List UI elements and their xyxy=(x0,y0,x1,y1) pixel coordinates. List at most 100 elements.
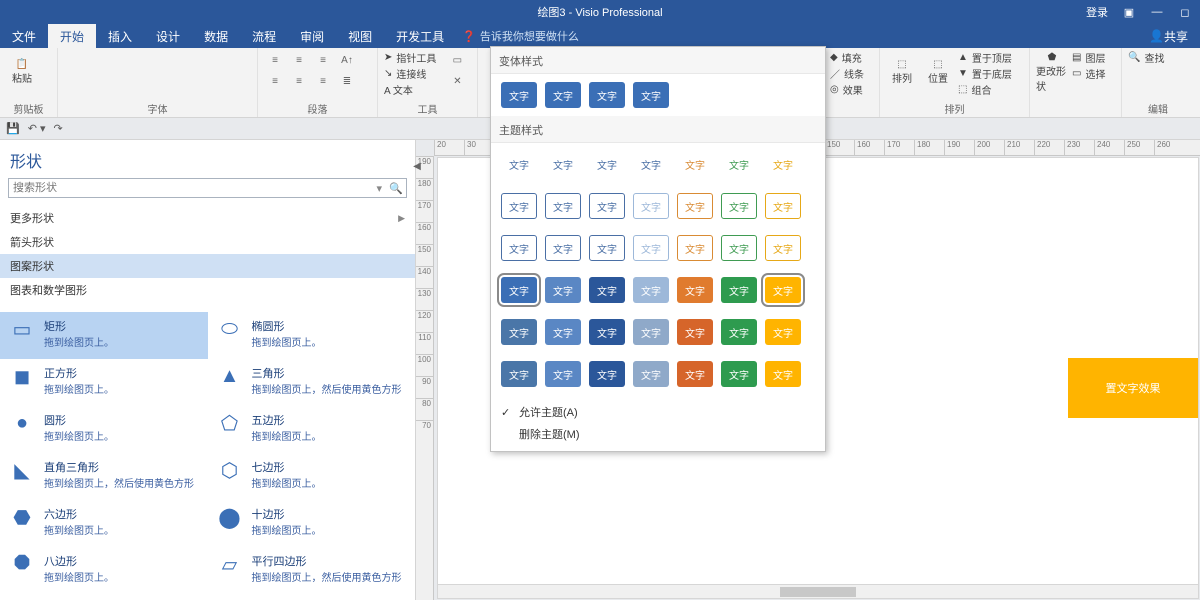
shape-item[interactable]: ◼正方形拖到绘图页上。 xyxy=(0,359,208,406)
search-icon[interactable]: 🔍 xyxy=(386,182,406,195)
style-swatch[interactable]: 文字 xyxy=(721,361,757,387)
style-swatch[interactable]: 文字 xyxy=(677,193,713,219)
effect-button[interactable]: ◎ 效果 xyxy=(830,82,864,97)
style-swatch[interactable]: 文字 xyxy=(589,235,625,261)
select-button[interactable]: ▭ 选择 xyxy=(1072,66,1105,81)
fill-button[interactable]: ◆ 填充 xyxy=(830,50,864,65)
text-tool[interactable]: A 文本 xyxy=(384,82,436,97)
shape-item[interactable]: ⬡七边形拖到绘图页上。 xyxy=(208,453,416,500)
style-swatch[interactable]: 文字 xyxy=(765,361,801,387)
shape-item[interactable]: ⯃八边形拖到绘图页上。 xyxy=(0,547,208,594)
tab-file[interactable]: 文件 xyxy=(0,24,48,48)
align-center-icon[interactable]: ≡ xyxy=(288,50,310,70)
shape-item[interactable]: ▭矩形拖到绘图页上。 xyxy=(0,312,208,359)
maximize-icon[interactable]: ◻ xyxy=(1178,5,1192,19)
allow-theme[interactable]: ✓允许主题(A) xyxy=(501,401,815,423)
shape-item[interactable]: ◣直角三角形拖到绘图页上，然后使用黄色方形 xyxy=(0,453,208,500)
cat-more-shapes[interactable]: 更多形状▶ xyxy=(0,206,415,230)
tab-view[interactable]: 视图 xyxy=(336,24,384,48)
bring-front[interactable]: ▲ 置于顶层 xyxy=(958,50,1012,65)
tab-developer[interactable]: 开发工具 xyxy=(384,24,456,48)
style-swatch[interactable]: 文字 xyxy=(545,277,581,303)
position-button[interactable]: ⬚位置 xyxy=(922,50,954,94)
search-input[interactable] xyxy=(9,179,372,197)
style-swatch[interactable]: 文字 xyxy=(589,151,625,177)
shape-item[interactable]: ⬣六边形拖到绘图页上。 xyxy=(0,500,208,547)
shape-item[interactable]: ●圆形拖到绘图页上。 xyxy=(0,406,208,453)
shape-item[interactable]: ⬭椭圆形拖到绘图页上。 xyxy=(208,312,416,359)
style-swatch[interactable]: 文字 xyxy=(545,235,581,261)
horizontal-scrollbar[interactable] xyxy=(438,584,1198,598)
style-swatch[interactable]: 文字 xyxy=(721,193,757,219)
style-swatch[interactable]: 文字 xyxy=(721,319,757,345)
x-tool-icon[interactable]: ✕ xyxy=(446,71,468,91)
connector-tool[interactable]: ↘ 连接线 xyxy=(384,66,436,81)
group-button[interactable]: ⬚ 组合 xyxy=(958,82,1012,97)
selected-shape[interactable]: 置文字效果 xyxy=(1068,358,1198,418)
style-swatch[interactable]: 文字 xyxy=(633,193,669,219)
style-swatch[interactable]: 文字 xyxy=(765,193,801,219)
tab-home[interactable]: 开始 xyxy=(48,24,96,48)
share-button[interactable]: 👤 共享 xyxy=(1137,24,1200,48)
arrange-button[interactable]: ⬚排列 xyxy=(886,50,918,94)
style-swatch[interactable]: 文字 xyxy=(765,151,801,177)
find-button[interactable]: 🔍 查找 xyxy=(1128,50,1164,65)
scrollbar-thumb[interactable] xyxy=(780,587,856,597)
style-swatch[interactable]: 文字 xyxy=(633,235,669,261)
tab-data[interactable]: 数据 xyxy=(192,24,240,48)
style-swatch[interactable]: 文字 xyxy=(677,235,713,261)
pointer-tool[interactable]: ➤ 指针工具 xyxy=(384,50,436,65)
style-swatch[interactable]: 文字 xyxy=(501,82,537,108)
style-swatch[interactable]: 文字 xyxy=(589,319,625,345)
cat-chart-math[interactable]: 图表和数学图形 xyxy=(0,278,415,302)
valign-mid-icon[interactable]: ≡ xyxy=(288,71,310,91)
bullets-icon[interactable]: ≣ xyxy=(336,71,358,91)
pane-collapse-icon[interactable]: ◀ xyxy=(412,156,422,176)
style-swatch[interactable]: 文字 xyxy=(633,319,669,345)
tab-design[interactable]: 设计 xyxy=(144,24,192,48)
redo-icon[interactable]: ↷ xyxy=(54,122,63,135)
style-swatch[interactable]: 文字 xyxy=(721,277,757,303)
style-swatch[interactable]: 文字 xyxy=(545,319,581,345)
style-swatch[interactable]: 文字 xyxy=(633,82,669,108)
tab-review[interactable]: 审阅 xyxy=(288,24,336,48)
style-swatch[interactable]: 文字 xyxy=(501,319,537,345)
tell-me[interactable]: ❓告诉我你想要做什么 xyxy=(462,24,579,48)
send-back[interactable]: ▼ 置于底层 xyxy=(958,66,1012,81)
style-swatch[interactable]: 文字 xyxy=(589,193,625,219)
align-right-icon[interactable]: ≡ xyxy=(312,50,334,70)
style-swatch[interactable]: 文字 xyxy=(545,82,581,108)
shapes-search[interactable]: ▾ 🔍 xyxy=(8,178,407,198)
login-link[interactable]: 登录 xyxy=(1086,4,1108,20)
cat-patterns[interactable]: 图案形状 xyxy=(0,254,415,278)
shape-item[interactable]: ▲三角形拖到绘图页上，然后使用黄色方形 xyxy=(208,359,416,406)
style-swatch[interactable]: 文字 xyxy=(589,361,625,387)
align-left-icon[interactable]: ≡ xyxy=(264,50,286,70)
style-swatch[interactable]: 文字 xyxy=(545,361,581,387)
cat-arrows[interactable]: 箭头形状 xyxy=(0,230,415,254)
save-icon[interactable]: 💾 xyxy=(6,122,20,135)
remove-theme[interactable]: 删除主题(M) xyxy=(501,423,815,445)
style-swatch[interactable]: 文字 xyxy=(677,319,713,345)
shape-item[interactable]: ⬤十边形拖到绘图页上。 xyxy=(208,500,416,547)
style-swatch[interactable]: 文字 xyxy=(721,235,757,261)
font-size-up-icon[interactable]: A↑ xyxy=(336,50,358,70)
style-swatch[interactable]: 文字 xyxy=(633,277,669,303)
line-button[interactable]: ／ 线条 xyxy=(830,66,864,81)
style-swatch[interactable]: 文字 xyxy=(677,277,713,303)
style-swatch[interactable]: 文字 xyxy=(765,235,801,261)
layer-button[interactable]: ▤ 图层 xyxy=(1072,50,1105,65)
style-swatch[interactable]: 文字 xyxy=(589,82,625,108)
shape-item[interactable]: ▱平行四边形拖到绘图页上，然后使用黄色方形 xyxy=(208,547,416,594)
valign-top-icon[interactable]: ≡ xyxy=(264,71,286,91)
valign-bot-icon[interactable]: ≡ xyxy=(312,71,334,91)
style-swatch[interactable]: 文字 xyxy=(501,277,537,303)
ribbon-mode-icon[interactable]: ▣ xyxy=(1122,5,1136,19)
tab-insert[interactable]: 插入 xyxy=(96,24,144,48)
rectangle-tool-icon[interactable]: ▭ xyxy=(446,50,468,70)
style-swatch[interactable]: 文字 xyxy=(765,319,801,345)
style-swatch[interactable]: 文字 xyxy=(501,361,537,387)
style-swatch[interactable]: 文字 xyxy=(677,361,713,387)
undo-icon[interactable]: ↶ ▾ xyxy=(28,122,46,135)
style-swatch[interactable]: 文字 xyxy=(721,151,757,177)
